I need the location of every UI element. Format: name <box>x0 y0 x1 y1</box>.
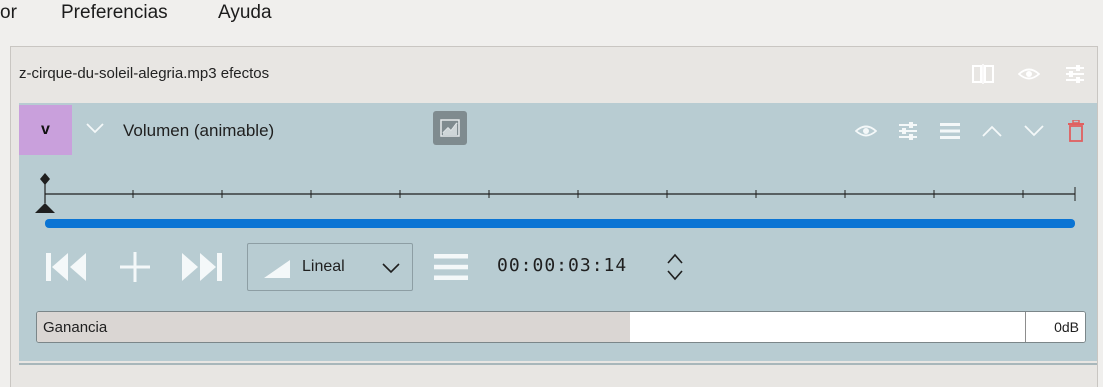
menu-icon[interactable] <box>937 119 963 143</box>
graph-icon <box>440 119 460 137</box>
plus-icon <box>120 252 150 282</box>
menu-bar: or Preferencias Ayuda <box>0 0 1103 34</box>
timecode-display[interactable]: 00:00:03:14 <box>497 255 627 276</box>
eye-icon[interactable] <box>1017 62 1041 86</box>
panel-title-bar: z-cirque-du-soleil-alegria.mp3 efectos <box>11 47 1097 103</box>
gain-value-field[interactable]: 0dB <box>1025 312 1085 342</box>
effect-name: Volumen (animable) <box>123 121 275 140</box>
chevron-down-icon[interactable] <box>85 121 105 139</box>
menu-item-ayuda[interactable]: Ayuda <box>218 2 272 24</box>
keyframe-graph-button[interactable] <box>433 111 467 145</box>
timeline-progress-bar <box>45 219 1075 228</box>
keyframe-ruler[interactable] <box>19 167 1097 217</box>
timecode-spinner[interactable] <box>665 251 685 288</box>
gain-slider-fill <box>37 312 630 342</box>
add-keyframe-button[interactable] <box>117 247 153 287</box>
next-keyframe-button[interactable] <box>179 247 225 287</box>
linear-ramp-icon <box>264 260 290 278</box>
skip-back-icon <box>46 253 86 281</box>
skip-forward-icon <box>182 253 222 281</box>
effect-stack-panel: z-cirque-du-soleil-alegria.mp3 efectos v… <box>10 46 1098 387</box>
previous-keyframe-button[interactable] <box>43 247 89 287</box>
chevron-down-icon <box>382 263 400 274</box>
menu-item-partial[interactable]: or <box>0 2 17 24</box>
effects-window: or Preferencias Ayuda z-cirque-du-soleil… <box>0 0 1103 387</box>
effect-actions <box>853 119 1089 143</box>
eye-icon[interactable] <box>853 119 879 143</box>
gain-label: Ganancia <box>43 319 108 336</box>
gain-value: 0dB <box>1054 319 1079 335</box>
gain-slider[interactable]: Ganancia 0dB <box>36 311 1086 343</box>
keyframe-marker[interactable] <box>40 173 50 203</box>
panel-title-actions <box>971 62 1087 86</box>
panel-title: z-cirque-du-soleil-alegria.mp3 efectos <box>19 65 270 82</box>
interpolation-value: Lineal <box>302 258 345 275</box>
effect-badge[interactable]: v <box>19 105 72 155</box>
sliders-icon[interactable] <box>1063 62 1087 86</box>
playhead-marker[interactable] <box>35 203 55 213</box>
interpolation-select[interactable]: Lineal <box>247 243 413 291</box>
menu-icon <box>434 254 468 280</box>
chevron-up-icon[interactable] <box>979 119 1005 143</box>
chevron-down-icon[interactable] <box>1021 119 1047 143</box>
sliders-icon[interactable] <box>895 119 921 143</box>
keyframe-controls: Lineal 00:00:03:14 <box>19 241 1097 297</box>
divider <box>19 363 1097 365</box>
up-down-arrows-icon <box>667 253 683 281</box>
compare-split-icon[interactable] <box>971 62 995 86</box>
keyframe-menu-button[interactable] <box>431 247 471 287</box>
trash-icon[interactable] <box>1063 119 1089 143</box>
effect-volume: v Volumen (animable) Lineal 00:00:03:14 … <box>19 103 1097 361</box>
menu-item-preferencias[interactable]: Preferencias <box>61 2 168 24</box>
